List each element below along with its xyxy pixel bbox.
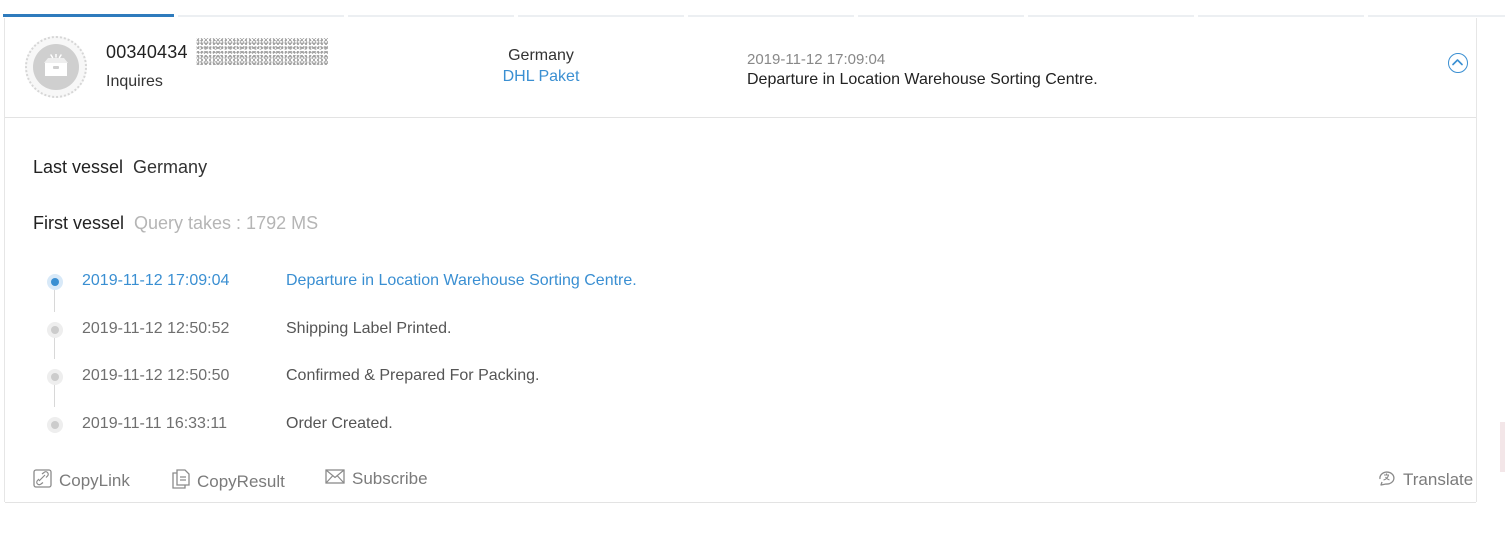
latest-event-description: Departure in Location Warehouse Sorting …: [747, 71, 1098, 88]
timeline-event: 2019-11-12 12:50:52 Shipping Label Print…: [33, 318, 933, 342]
event-description: Shipping Label Printed.: [286, 320, 452, 337]
translate-button[interactable]: Translate: [1377, 469, 1473, 491]
collapse-button[interactable]: [1448, 53, 1468, 73]
carrier-avatar: [25, 36, 87, 98]
event-time: 2019-11-12 12:50:52: [82, 320, 230, 337]
timeline-dot: [47, 369, 63, 385]
tab-2[interactable]: [178, 15, 344, 17]
subscribe-button[interactable]: Subscribe: [325, 469, 428, 489]
tab-7[interactable]: [1028, 15, 1194, 17]
event-time: 2019-11-12 17:09:04: [82, 272, 230, 289]
tab-8[interactable]: [1198, 15, 1364, 17]
tracking-status: Inquires: [106, 73, 163, 90]
window-edge-highlight: [1500, 422, 1505, 472]
event-description: Order Created.: [286, 415, 393, 432]
timeline-event: 2019-11-11 16:33:11 Order Created.: [33, 413, 933, 437]
latest-event-time: 2019-11-12 17:09:04: [747, 51, 886, 68]
first-vessel-row: First vessel Query takes : 1792 MS: [33, 213, 318, 234]
destination-country: Germany: [508, 47, 574, 64]
translate-icon: [1377, 469, 1403, 491]
subscribe-label: Subscribe: [352, 469, 428, 488]
document-icon: [172, 469, 197, 494]
event-time: 2019-11-11 16:33:11: [82, 415, 228, 432]
tab-1[interactable]: [3, 14, 174, 17]
last-vessel-value: Germany: [133, 157, 208, 177]
tab-6[interactable]: [858, 15, 1024, 17]
translate-label: Translate: [1403, 470, 1474, 489]
timeline-event: 2019-11-12 12:50:50 Confirmed & Prepared…: [33, 365, 933, 389]
carrier-link[interactable]: DHL Paket: [475, 68, 607, 86]
result-actions-bar: CopyLink CopyResult Subscribe Translate: [5, 458, 1476, 503]
timeline-event: 2019-11-12 17:09:04 Departure in Locatio…: [33, 270, 933, 294]
event-description: Confirmed & Prepared For Packing.: [286, 367, 540, 384]
tab-5[interactable]: [688, 15, 854, 17]
last-vessel-label: Last vessel: [33, 157, 124, 177]
timeline-dot-active: [47, 274, 63, 290]
first-vessel-label: First vessel: [33, 213, 125, 233]
envelope-icon: [325, 469, 352, 489]
copy-result-button[interactable]: CopyResult: [172, 469, 285, 494]
redacted-tracking-suffix: [196, 38, 328, 66]
copy-link-button[interactable]: CopyLink: [33, 469, 130, 493]
tab-9[interactable]: [1368, 15, 1505, 17]
tracking-timeline: 2019-11-12 17:09:04 Departure in Locatio…: [33, 264, 933, 454]
tracking-result-card: 00340434 Inquires Germany DHL Paket 2019…: [4, 18, 1477, 503]
event-time: 2019-11-12 12:50:50: [82, 367, 230, 384]
tab-bar: [0, 0, 1505, 18]
last-vessel-row: Last vessel Germany: [33, 157, 207, 178]
copy-result-label: CopyResult: [197, 471, 285, 491]
tab-4[interactable]: [518, 15, 684, 17]
first-vessel-value: Query takes : 1792 MS: [134, 213, 319, 233]
tab-3[interactable]: [348, 15, 514, 17]
link-icon: [33, 469, 59, 493]
copy-link-label: CopyLink: [59, 471, 130, 490]
tracking-summary[interactable]: 00340434 Inquires Germany DHL Paket 2019…: [5, 18, 1476, 118]
event-description: Departure in Location Warehouse Sorting …: [286, 272, 637, 289]
timeline-dot: [47, 417, 63, 433]
tracking-number: 00340434: [106, 42, 188, 62]
timeline-dot: [47, 322, 63, 338]
